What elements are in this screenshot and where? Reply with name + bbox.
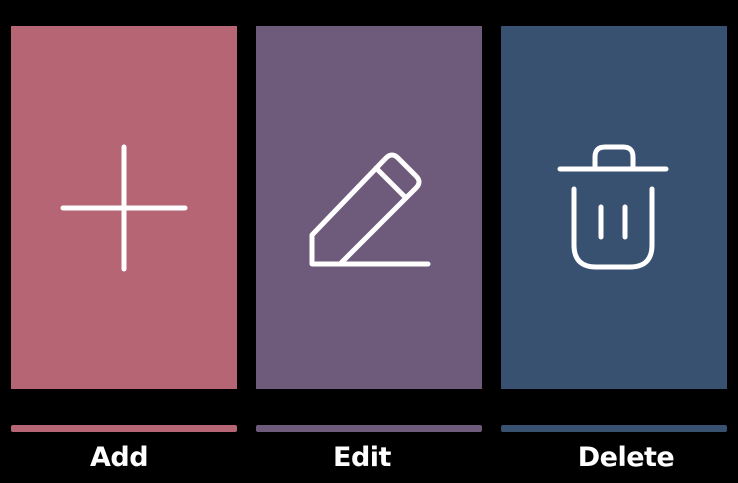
edit-button[interactable] <box>256 26 482 389</box>
edit-label: Edit <box>333 442 391 473</box>
add-label: Add <box>89 442 149 473</box>
pencil-icon <box>304 143 434 273</box>
delete-button[interactable] <box>501 26 727 389</box>
edit-underline <box>256 425 482 432</box>
delete-underline <box>501 425 727 432</box>
trash-icon <box>554 143 674 273</box>
add-button[interactable] <box>11 26 237 389</box>
add-underline <box>11 425 237 432</box>
plus-icon <box>59 143 189 273</box>
delete-label: Delete <box>577 442 675 473</box>
